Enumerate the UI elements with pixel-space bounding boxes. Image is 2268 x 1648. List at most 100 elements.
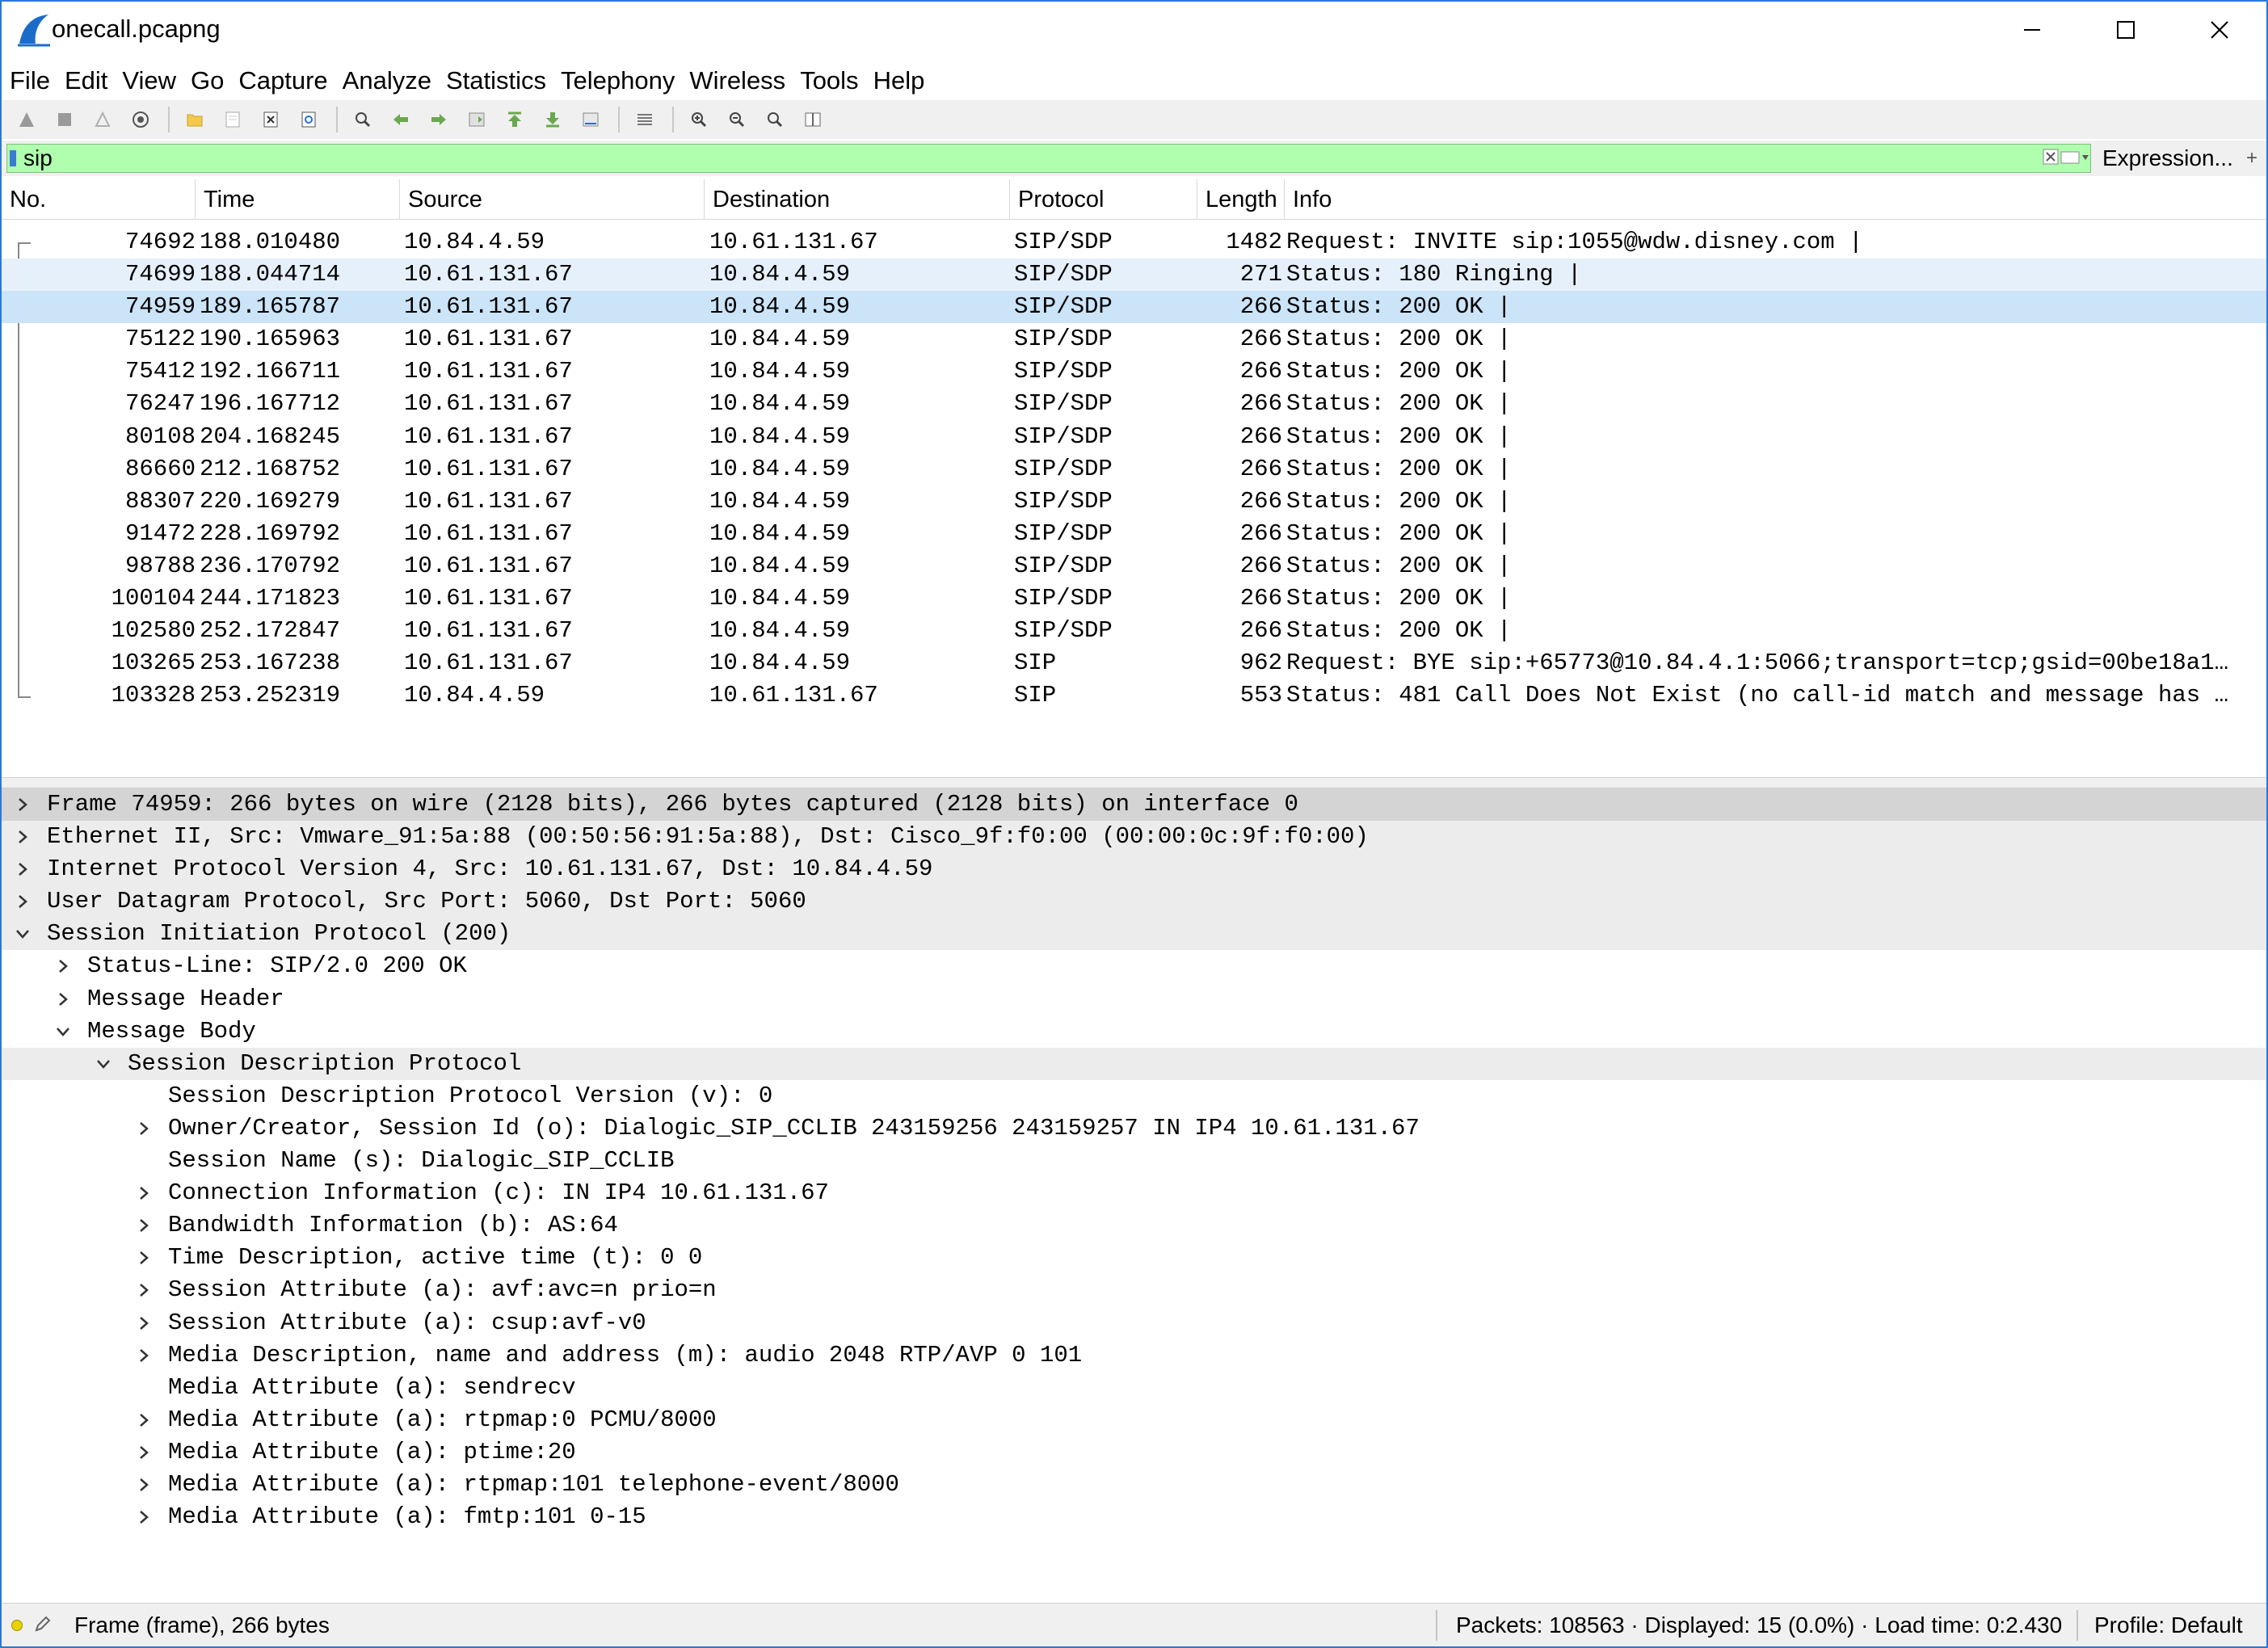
find-packet-icon[interactable]	[349, 106, 377, 133]
chevron-right-icon[interactable]	[136, 1120, 152, 1137]
open-file-icon[interactable]	[181, 106, 208, 133]
pane-splitter[interactable]	[2, 777, 2266, 788]
detail-tree-row[interactable]: Ethernet II, Src: Vmware_91:5a:88 (00:50…	[2, 821, 2266, 854]
packet-row[interactable]: 80108 204.168245 10.61.131.67 10.84.4.59…	[2, 421, 2266, 453]
reload-file-icon[interactable]	[295, 106, 322, 133]
filter-bookmark-icon[interactable]	[10, 150, 16, 166]
detail-tree-row[interactable]: Session Attribute (a): csup:avf-v0	[2, 1307, 2266, 1339]
zoom-out-icon[interactable]	[723, 106, 751, 133]
close-file-icon[interactable]	[257, 106, 284, 133]
menu-statistics[interactable]: Statistics	[446, 63, 546, 99]
detail-tree-row[interactable]: Message Header	[2, 983, 2266, 1015]
chevron-right-icon[interactable]	[136, 1217, 152, 1234]
chevron-down-icon[interactable]	[55, 1024, 71, 1040]
go-last-icon[interactable]	[539, 106, 566, 133]
zoom-in-icon[interactable]	[685, 106, 713, 133]
packet-row[interactable]: 74699 188.044714 10.61.131.67 10.84.4.59…	[2, 259, 2266, 292]
column-header-source[interactable]: Source	[400, 179, 705, 220]
packet-row[interactable]: 88307 220.169279 10.61.131.67 10.84.4.59…	[2, 486, 2266, 518]
chevron-right-icon[interactable]	[15, 829, 31, 845]
capture-comment-icon[interactable]	[34, 1615, 52, 1633]
capture-options-icon[interactable]	[127, 106, 154, 133]
save-file-icon[interactable]	[219, 106, 246, 133]
chevron-right-icon[interactable]	[55, 991, 71, 1007]
menu-telephony[interactable]: Telephony	[561, 63, 675, 99]
detail-tree-row[interactable]: Time Description, active time (t): 0 0	[2, 1242, 2266, 1274]
detail-tree-row[interactable]: Frame 74959: 266 bytes on wire (2128 bit…	[2, 788, 2266, 822]
chevron-down-icon[interactable]	[95, 1056, 112, 1072]
packet-row[interactable]: 74692 188.010480 10.84.4.59 10.61.131.67…	[2, 226, 2266, 259]
detail-tree-row[interactable]: Connection Information (c): IN IP4 10.61…	[2, 1177, 2266, 1209]
packet-row[interactable]: 102580 252.172847 10.61.131.67 10.84.4.5…	[2, 615, 2266, 647]
menu-go[interactable]: Go	[191, 63, 224, 99]
packet-row-selected[interactable]: 74959 189.165787 10.61.131.67 10.84.4.59…	[2, 291, 2266, 324]
packet-row[interactable]: 100104 244.171823 10.61.131.67 10.84.4.5…	[2, 582, 2266, 615]
menu-tools[interactable]: Tools	[800, 63, 858, 99]
menu-analyze[interactable]: Analyze	[343, 63, 431, 99]
chevron-right-icon[interactable]	[136, 1347, 152, 1364]
go-back-icon[interactable]	[387, 106, 414, 133]
detail-tree-row[interactable]: User Datagram Protocol, Src Port: 5060, …	[2, 885, 2266, 919]
chevron-right-icon[interactable]	[136, 1315, 152, 1331]
chevron-right-icon[interactable]	[136, 1250, 152, 1266]
chevron-right-icon[interactable]	[136, 1282, 152, 1298]
go-first-icon[interactable]	[501, 106, 528, 133]
chevron-right-icon[interactable]	[136, 1444, 152, 1461]
detail-tree-row[interactable]: Bandwidth Information (b): AS:64	[2, 1209, 2266, 1242]
packet-row[interactable]: 98788 236.170792 10.61.131.67 10.84.4.59…	[2, 550, 2266, 582]
packet-row[interactable]: 103265 253.167238 10.61.131.67 10.84.4.5…	[2, 647, 2266, 679]
detail-tree-row[interactable]: Media Attribute (a): rtpmap:101 telephon…	[2, 1469, 2266, 1501]
column-header-destination[interactable]: Destination	[705, 179, 1010, 220]
add-filter-button[interactable]: +	[2246, 144, 2257, 173]
detail-tree-row[interactable]: Session Description Protocol Version (v)…	[2, 1080, 2266, 1112]
detail-tree-row[interactable]: Session Name (s): Dialogic_SIP_CCLIB	[2, 1145, 2266, 1177]
packet-row[interactable]: 91472 228.169792 10.61.131.67 10.84.4.59…	[2, 518, 2266, 550]
chevron-right-icon[interactable]	[15, 797, 31, 813]
zoom-normal-icon[interactable]	[761, 106, 789, 133]
close-button[interactable]	[2173, 2, 2266, 58]
colorize-icon[interactable]	[631, 106, 659, 133]
column-header-info[interactable]: Info	[1285, 179, 2266, 220]
expression-button[interactable]: Expression...	[2102, 144, 2233, 173]
chevron-right-icon[interactable]	[136, 1412, 152, 1428]
recent-filters-dropdown-icon[interactable]	[2060, 149, 2089, 166]
start-capture-icon[interactable]	[13, 106, 40, 133]
detail-tree-row[interactable]: Session Attribute (a): avf:avc=n prio=n	[2, 1274, 2266, 1306]
detail-tree-row[interactable]: Internet Protocol Version 4, Src: 10.61.…	[2, 853, 2266, 886]
minimize-button[interactable]	[1985, 2, 2079, 58]
display-filter-input[interactable]	[6, 144, 2091, 173]
packet-row[interactable]: 103328 253.252319 10.84.4.59 10.61.131.6…	[2, 679, 2266, 712]
menu-view[interactable]: View	[122, 63, 176, 99]
column-header-time[interactable]: Time	[196, 179, 400, 220]
menu-edit[interactable]: Edit	[65, 63, 107, 99]
chevron-right-icon[interactable]	[136, 1509, 152, 1525]
chevron-right-icon[interactable]	[15, 861, 31, 877]
expert-info-led-icon[interactable]	[11, 1620, 23, 1631]
chevron-right-icon[interactable]	[15, 893, 31, 910]
status-profile[interactable]: Profile: Default	[2094, 1604, 2243, 1647]
detail-tree-row[interactable]: Message Body	[2, 1015, 2266, 1048]
chevron-right-icon[interactable]	[55, 958, 71, 974]
chevron-right-icon[interactable]	[136, 1477, 152, 1493]
packet-row[interactable]: 86660 212.168752 10.61.131.67 10.84.4.59…	[2, 453, 2266, 486]
menu-wireless[interactable]: Wireless	[689, 63, 785, 99]
restart-capture-icon[interactable]	[89, 106, 116, 133]
chevron-down-icon[interactable]	[15, 926, 31, 942]
detail-tree-row[interactable]: Status-Line: SIP/2.0 200 OK	[2, 950, 2266, 982]
menu-capture[interactable]: Capture	[238, 63, 327, 99]
packet-row[interactable]: 76247 196.167712 10.61.131.67 10.84.4.59…	[2, 388, 2266, 420]
detail-tree-row[interactable]: Owner/Creator, Session Id (o): Dialogic_…	[2, 1112, 2266, 1145]
column-header-no[interactable]: No.	[2, 179, 196, 220]
detail-tree-row[interactable]: Media Attribute (a): sendrecv	[2, 1372, 2266, 1404]
detail-tree-row[interactable]: Media Description, name and address (m):…	[2, 1339, 2266, 1372]
packet-row[interactable]: 75412 192.166711 10.61.131.67 10.84.4.59…	[2, 355, 2266, 388]
stop-capture-icon[interactable]	[51, 106, 78, 133]
resize-columns-icon[interactable]	[799, 106, 827, 133]
menu-help[interactable]: Help	[873, 63, 925, 99]
go-to-packet-icon[interactable]	[463, 106, 490, 133]
menu-file[interactable]: File	[10, 63, 50, 99]
auto-scroll-icon[interactable]	[577, 106, 604, 133]
clear-filter-icon[interactable]	[2043, 149, 2059, 165]
detail-tree-row[interactable]: Media Attribute (a): rtpmap:0 PCMU/8000	[2, 1404, 2266, 1436]
go-forward-icon[interactable]	[425, 106, 452, 133]
